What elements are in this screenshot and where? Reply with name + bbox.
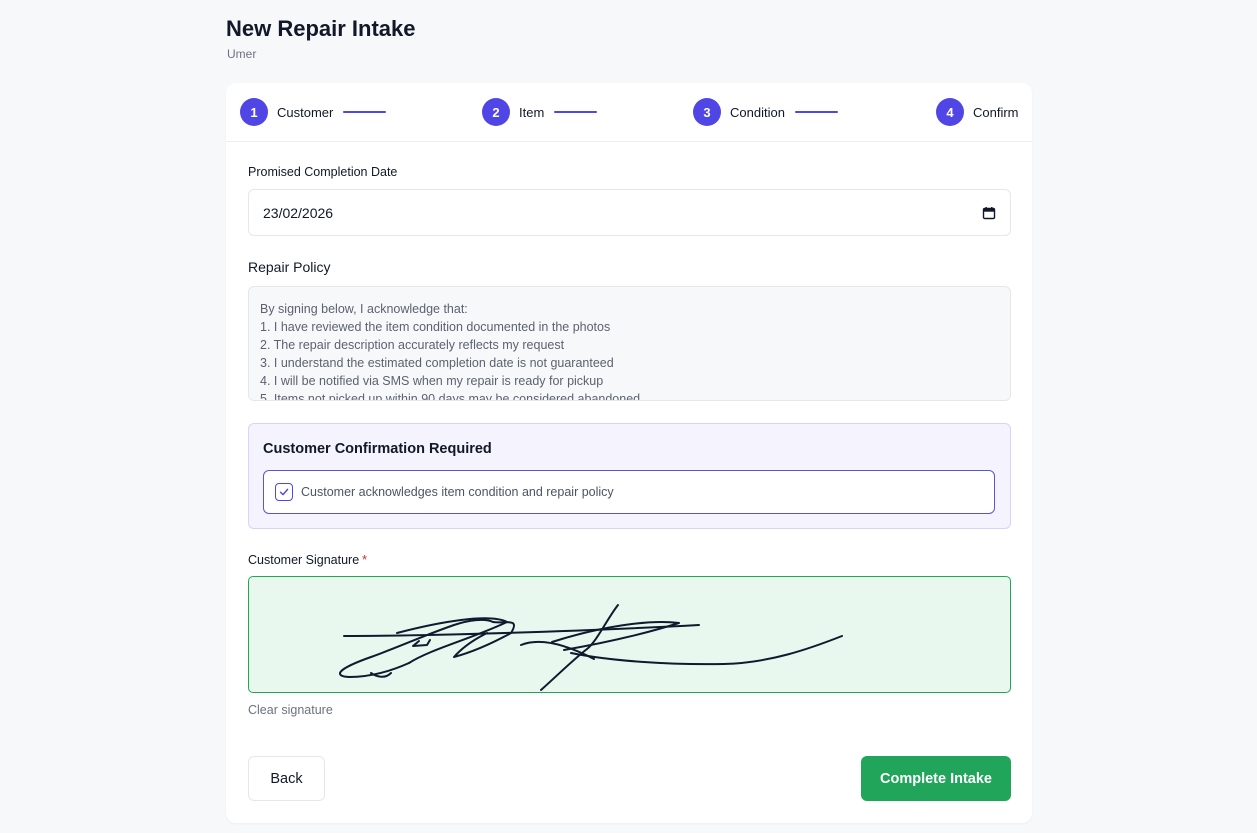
policy-line: 5. Items not picked up within 90 days ma… [260, 392, 641, 401]
required-marker: * [362, 553, 368, 567]
acknowledge-checkbox-row[interactable]: Customer acknowledges item condition and… [263, 470, 995, 514]
intake-card: 1 Customer 2 Item 3 Condition 4 Confirm … [226, 83, 1032, 823]
acknowledge-checkbox[interactable] [275, 483, 293, 501]
policy-line: 3. I understand the estimated completion… [260, 356, 614, 370]
step-label: Confirm [973, 104, 1019, 120]
policy-line: By signing below, I acknowledge that: [260, 302, 468, 316]
step-customer[interactable]: 1 Customer [240, 98, 387, 126]
completion-date-value: 23/02/2026 [263, 204, 334, 221]
step-number: 3 [693, 98, 721, 126]
back-button[interactable]: Back [248, 756, 325, 801]
policy-line: 4. I will be notified via SMS when my re… [260, 374, 604, 388]
step-connector [794, 111, 838, 113]
repair-policy-title: Repair Policy [248, 259, 331, 275]
page-title: New Repair Intake [226, 16, 416, 41]
completion-date-input[interactable]: 23/02/2026 [248, 189, 1011, 236]
complete-intake-button[interactable]: Complete Intake [861, 756, 1011, 801]
step-number: 1 [240, 98, 268, 126]
step-condition[interactable]: 3 Condition [693, 98, 838, 126]
confirmation-title: Customer Confirmation Required [263, 441, 492, 457]
page-subtitle: Umer [227, 47, 257, 61]
step-connector [343, 111, 387, 113]
clear-signature-link[interactable]: Clear signature [248, 703, 333, 717]
step-connector [554, 111, 598, 113]
repair-policy-text[interactable]: By signing below, I acknowledge that: 1.… [248, 286, 1011, 401]
step-item[interactable]: 2 Item [482, 98, 598, 126]
step-number: 4 [936, 98, 964, 126]
policy-line: 1. I have reviewed the item condition do… [260, 320, 611, 334]
confirmation-panel: Customer Confirmation Required Customer … [248, 423, 1011, 529]
step-number: 2 [482, 98, 510, 126]
calendar-icon[interactable] [982, 206, 996, 220]
step-label: Customer [277, 104, 334, 120]
acknowledge-label: Customer acknowledges item condition and… [301, 485, 614, 499]
completion-date-label: Promised Completion Date [248, 165, 398, 179]
signature-pad[interactable] [248, 576, 1011, 693]
step-label: Item [519, 104, 545, 120]
signature-stroke [338, 604, 843, 691]
check-icon [279, 488, 289, 496]
stepper: 1 Customer 2 Item 3 Condition 4 Confirm [226, 83, 1032, 142]
signature-label: Customer Signature * [248, 553, 367, 567]
step-confirm[interactable]: 4 Confirm [936, 98, 1019, 126]
step-label: Condition [730, 104, 785, 120]
signature-label-text: Customer Signature [248, 553, 360, 567]
policy-line: 2. The repair description accurately ref… [260, 338, 565, 352]
